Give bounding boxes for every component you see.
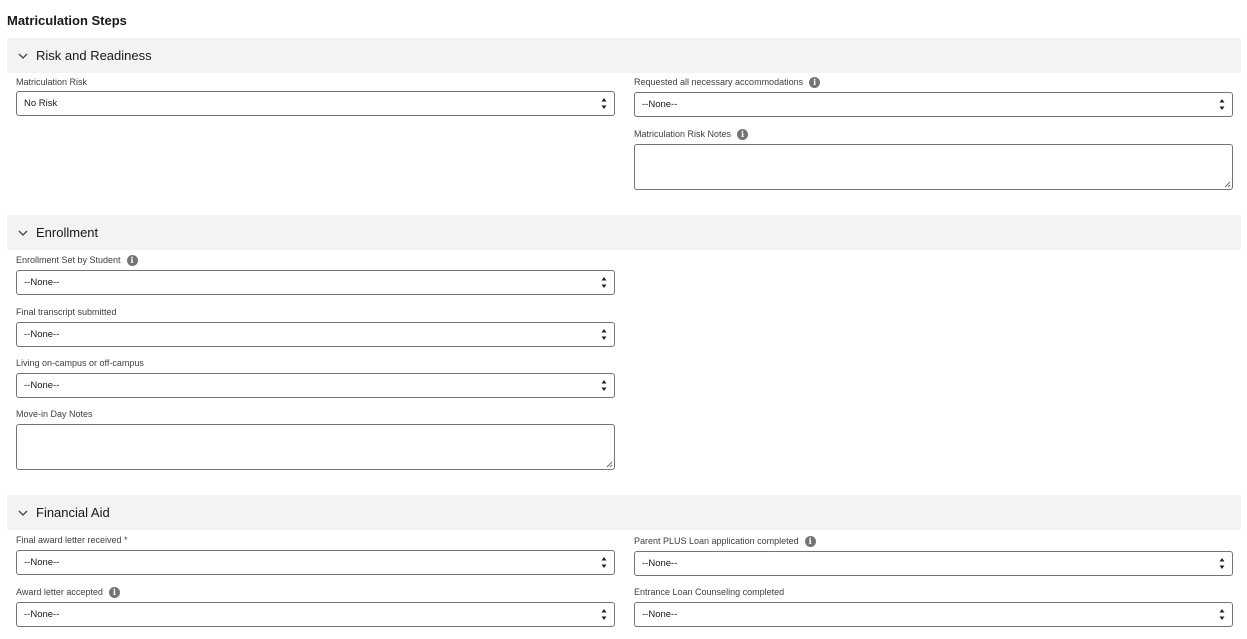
section-header-enrollment[interactable]: Enrollment	[7, 215, 1241, 250]
up-down-arrows-icon	[601, 557, 607, 568]
select-value: --None--	[24, 329, 60, 340]
select-value: --None--	[642, 558, 678, 569]
entrance-counseling-field: Entrance Loan Counseling completed	[634, 585, 784, 599]
enrollment-set-field: Enrollment Set by Student i	[16, 253, 138, 267]
field-label: Enrollment Set by Student i	[16, 253, 138, 267]
select-value: --None--	[24, 277, 60, 288]
award-accepted-select[interactable]: --None--	[16, 602, 615, 627]
section-title: Enrollment	[36, 225, 99, 240]
movein-notes-textarea[interactable]	[16, 424, 615, 470]
risk-notes-field: Matriculation Risk Notes i	[634, 127, 749, 141]
final-transcript-field: Final transcript submitted	[16, 305, 117, 319]
field-label-text: Final award letter received *	[16, 535, 128, 545]
field-label-text: Move-in Day Notes	[16, 409, 93, 419]
up-down-arrows-icon	[1219, 99, 1225, 110]
select-value: --None--	[642, 99, 678, 110]
field-label-text: Living on-campus or off-campus	[16, 358, 144, 368]
up-down-arrows-icon	[601, 98, 607, 109]
award-received-field: Final award letter received *	[16, 533, 128, 547]
section-title: Financial Aid	[36, 505, 110, 520]
up-down-arrows-icon	[1219, 609, 1225, 620]
up-down-arrows-icon	[601, 609, 607, 620]
accommodations-select[interactable]: --None--	[634, 92, 1233, 117]
field-label: Move-in Day Notes	[16, 407, 93, 421]
select-value: No Risk	[24, 98, 58, 109]
section-header-risk-and-readiness[interactable]: Risk and Readiness	[7, 38, 1241, 73]
entrance-counseling-select[interactable]: --None--	[634, 602, 1233, 627]
risk-notes-textarea[interactable]	[634, 144, 1233, 190]
field-label: Living on-campus or off-campus	[16, 356, 144, 370]
field-label-text: Final transcript submitted	[16, 307, 117, 317]
info-icon[interactable]: i	[108, 586, 120, 598]
accommodations-field: Requested all necessary accommodations i	[634, 75, 821, 89]
resize-grip-icon[interactable]	[1224, 181, 1231, 188]
award-accepted-field: Award letter accepted i	[16, 585, 120, 599]
matriculation-risk-field: Matriculation Risk	[16, 75, 87, 89]
final-transcript-select[interactable]: --None--	[16, 322, 615, 347]
living-field: Living on-campus or off-campus	[16, 356, 144, 370]
select-value: --None--	[24, 380, 60, 391]
enrollment-set-select[interactable]: --None--	[16, 270, 615, 295]
plus-loan-field: Parent PLUS Loan application completed i	[634, 534, 816, 548]
field-label: Matriculation Risk	[16, 75, 87, 89]
chevron-down-icon[interactable]	[17, 227, 29, 239]
info-icon[interactable]: i	[804, 535, 816, 547]
field-label: Final award letter received *	[16, 533, 128, 547]
info-icon[interactable]: i	[809, 76, 821, 88]
up-down-arrows-icon	[601, 329, 607, 340]
up-down-arrows-icon	[601, 380, 607, 391]
field-label: Matriculation Risk Notes i	[634, 127, 749, 141]
movein-notes-field: Move-in Day Notes	[16, 407, 93, 421]
chevron-down-icon[interactable]	[17, 507, 29, 519]
select-value: --None--	[24, 557, 60, 568]
field-label-text: Entrance Loan Counseling completed	[634, 587, 785, 597]
field-label-text: Matriculation Risk	[16, 77, 88, 87]
section-header-financial-aid[interactable]: Financial Aid	[7, 495, 1241, 530]
field-label: Award letter accepted i	[16, 585, 120, 599]
field-label-text: Requested all necessary accommodations	[634, 77, 804, 87]
select-value: --None--	[24, 609, 60, 620]
page-title: Matriculation Steps	[7, 13, 127, 28]
info-icon[interactable]: i	[737, 128, 749, 140]
chevron-down-icon[interactable]	[17, 50, 29, 62]
field-label: Final transcript submitted	[16, 305, 117, 319]
award-received-select[interactable]: --None--	[16, 550, 615, 575]
select-value: --None--	[642, 609, 678, 620]
field-label-text: Award letter accepted	[16, 587, 103, 597]
field-label-text: Matriculation Risk Notes	[634, 129, 732, 139]
resize-grip-icon[interactable]	[606, 461, 613, 468]
field-label-text: Parent PLUS Loan application completed	[634, 536, 799, 546]
up-down-arrows-icon	[601, 277, 607, 288]
section-title: Risk and Readiness	[36, 48, 152, 63]
field-label: Requested all necessary accommodations i	[634, 75, 821, 89]
matriculation-risk-select[interactable]: No Risk	[16, 91, 615, 116]
field-label: Parent PLUS Loan application completed i	[634, 534, 816, 548]
field-label: Entrance Loan Counseling completed	[634, 585, 784, 599]
plus-loan-select[interactable]: --None--	[634, 551, 1233, 576]
field-label-text: Enrollment Set by Student	[16, 255, 121, 265]
living-select[interactable]: --None--	[16, 373, 615, 398]
info-icon[interactable]: i	[126, 254, 138, 266]
up-down-arrows-icon	[1219, 558, 1225, 569]
